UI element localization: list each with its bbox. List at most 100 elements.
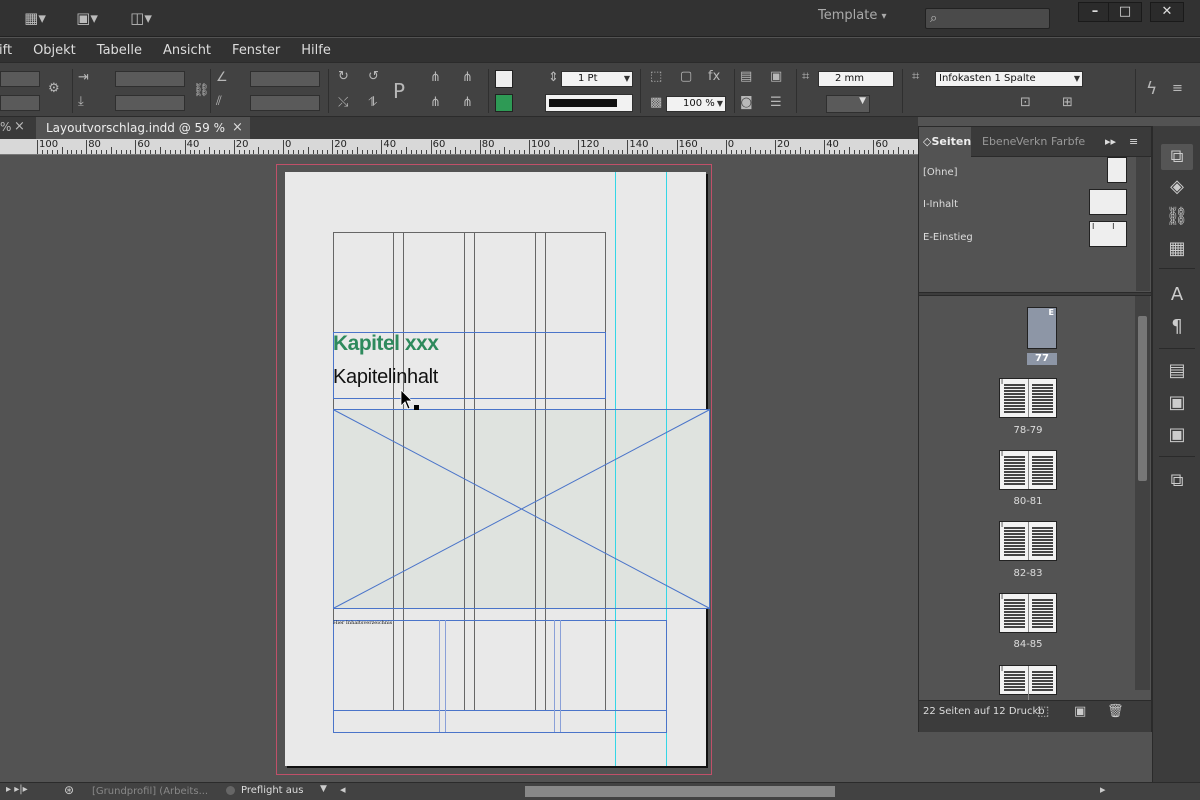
master-scrollbar[interactable] <box>1136 157 1150 291</box>
page-thumb-78-79[interactable]: I <box>999 378 1057 418</box>
chapter-heading[interactable]: Kapitel xxx <box>333 332 439 356</box>
thumb-text-line <box>1004 462 1025 464</box>
thumb-text-line <box>1032 384 1053 386</box>
thumb-text-line <box>1004 465 1025 467</box>
thumb-text-line <box>1032 674 1053 676</box>
cursor-icon <box>400 389 413 410</box>
panel-divider[interactable] <box>919 292 1151 296</box>
thumb-text-line <box>1032 623 1053 625</box>
thumb-text-line <box>1004 411 1025 413</box>
thumb-text-line <box>1032 689 1053 691</box>
delete-page-icon[interactable]: 🗑 <box>1107 704 1124 719</box>
pages-panel-icon[interactable]: ⧉ <box>1161 144 1193 170</box>
profile-label[interactable]: [Grundprofil] (Arbeits... <box>92 786 208 797</box>
page-thumb-82-83[interactable]: I <box>999 521 1057 561</box>
page-label-78-79[interactable]: 78-79 <box>998 425 1058 436</box>
master-einstieg-thumb[interactable]: I I <box>1089 221 1127 247</box>
thumb-text-line <box>1032 620 1053 622</box>
thumb-text-line <box>1004 599 1025 601</box>
thumb-text-line <box>1032 411 1053 413</box>
thumb-text-line <box>1032 390 1053 392</box>
thumb-text-line <box>1004 542 1025 544</box>
master-inhalt-label[interactable]: I-Inhalt <box>923 199 958 210</box>
pages-panel-footer: 22 Seiten auf 12 Druckb ⬚ ▣ 🗑 <box>919 700 1151 732</box>
tab-swatches[interactable]: Farbfe <box>1051 135 1085 148</box>
tab-links[interactable]: Verkn <box>1016 135 1047 148</box>
thumb-text-line <box>1004 396 1025 398</box>
page-thumb-77[interactable]: E <box>1027 307 1057 349</box>
thumb-text-line <box>1004 611 1025 613</box>
thumb-text-line <box>1032 542 1053 544</box>
page-thumb-80-81[interactable]: I <box>999 450 1057 490</box>
page-label-84-85[interactable]: 84-85 <box>998 639 1058 650</box>
character-styles-icon[interactable]: A <box>1161 282 1193 308</box>
table-icon[interactable]: ▤ <box>1161 358 1193 384</box>
thumb-text-line <box>1004 533 1025 535</box>
cell-styles-icon[interactable]: ▣ <box>1161 422 1193 448</box>
tab-layers[interactable]: Ebene <box>982 135 1016 148</box>
horizontal-scroll-thumb[interactable] <box>525 786 835 797</box>
master-pages-section: [Ohne] I-Inhalt E-Einstieg I I <box>919 157 1151 291</box>
thumb-text-line <box>1032 527 1053 529</box>
thumb-text-line <box>1032 530 1053 532</box>
thumb-text-line <box>1032 387 1053 389</box>
thumb-text-line <box>1004 620 1025 622</box>
thumb-text-line <box>1004 408 1025 410</box>
thumb-text-line <box>1004 402 1025 404</box>
thumb-text-line <box>1032 611 1053 613</box>
thumb-text-line <box>1004 608 1025 610</box>
page-thumb-84-85[interactable]: I <box>999 593 1057 633</box>
preflight-profile-icon[interactable]: ⊛ <box>64 783 74 797</box>
master-none-thumb[interactable] <box>1107 157 1127 183</box>
thumb-text-line <box>1004 393 1025 395</box>
page-thumb-86-87[interactable]: I <box>999 665 1057 704</box>
thumb-text-line <box>1004 483 1025 485</box>
thumb-text-line <box>1032 602 1053 604</box>
thumb-text-line <box>1004 477 1025 479</box>
thumb-text-line <box>1032 465 1053 467</box>
tab-pages[interactable]: ◇Seiten <box>923 135 971 148</box>
thumb-text-line <box>1032 680 1053 682</box>
page-master-letter: I <box>1001 665 1004 673</box>
master-inhalt-thumb[interactable] <box>1089 189 1127 215</box>
thumb-text-line <box>1032 554 1053 556</box>
pages-scrollbar[interactable] <box>1135 296 1150 690</box>
preflight-status[interactable]: Preflight aus <box>241 785 303 796</box>
page-nav-arrows[interactable]: ▸ ▸|▸ <box>6 784 28 795</box>
thumb-text-line <box>1004 689 1025 691</box>
panel-menu-icon[interactable]: ≡ <box>1129 135 1138 148</box>
thumb-text-line <box>1032 599 1053 601</box>
chapter-subheading[interactable]: Kapitelinhalt <box>333 366 438 389</box>
thumb-text-line <box>1032 471 1053 473</box>
scroll-right-icon[interactable]: ▸ <box>1100 783 1106 796</box>
thumb-text-line <box>1032 468 1053 470</box>
page-label-77[interactable]: 77 <box>1027 353 1057 365</box>
panel-icon-strip: ⧉ ◈ ⛓ ▦ A ¶ ▤ ▣ ▣ ⧉ <box>1152 126 1200 782</box>
contents-placeholder-text[interactable]: Hier Inhaltsverzeichnis <box>333 620 392 626</box>
thumb-text-line <box>1004 614 1025 616</box>
chevron-down-icon[interactable]: ▼ <box>320 784 327 794</box>
thumb-text-line <box>1004 390 1025 392</box>
paragraph-styles-icon[interactable]: ¶ <box>1161 314 1193 340</box>
links-icon[interactable]: ⛓ <box>1161 204 1193 230</box>
thumb-text-line <box>1032 405 1053 407</box>
swatches-icon[interactable]: ▦ <box>1161 236 1193 262</box>
master-einstieg-label[interactable]: E-Einstieg <box>923 232 973 243</box>
page-label-80-81[interactable]: 80-81 <box>998 496 1058 507</box>
page-label-82-83[interactable]: 82-83 <box>998 568 1058 579</box>
new-page-icon[interactable]: ▣ <box>1074 704 1086 719</box>
page-master-letter: I <box>1001 593 1004 601</box>
object-styles-icon[interactable]: ⧉ <box>1161 468 1193 494</box>
scrollbar-thumb[interactable] <box>1138 316 1147 481</box>
thumb-text-line <box>1004 602 1025 604</box>
thumb-text-line <box>1032 539 1053 541</box>
thumb-text-line <box>1032 686 1053 688</box>
thumb-text-line <box>1004 539 1025 541</box>
page-size-icon[interactable]: ⬚ <box>1037 704 1049 719</box>
thumb-text-line <box>1004 674 1025 676</box>
table-styles-icon[interactable]: ▣ <box>1161 390 1193 416</box>
panel-expand-icon[interactable]: ▸▸ <box>1105 135 1116 148</box>
layers-icon[interactable]: ◈ <box>1161 174 1193 200</box>
scroll-left-icon[interactable]: ◂ <box>340 783 346 796</box>
master-none-label[interactable]: [Ohne] <box>923 167 958 178</box>
